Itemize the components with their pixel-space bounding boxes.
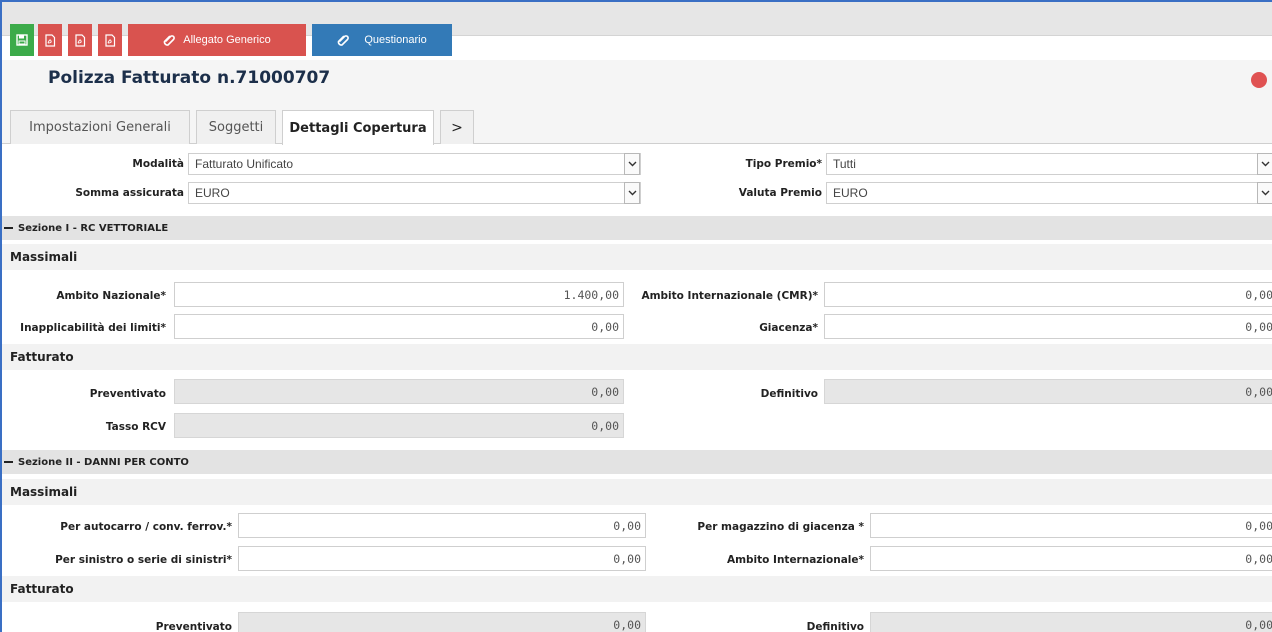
tipo-premio-label: Tipo Premio* <box>745 158 822 170</box>
pdf-icon <box>105 33 116 47</box>
preventivato-label: Preventivato <box>89 388 166 400</box>
autocarro-label: Per autocarro / conv. ferrov.* <box>60 521 232 533</box>
status-indicator <box>1251 72 1267 88</box>
ambito-nazionale-input[interactable]: 1.400,00 <box>174 282 624 307</box>
pdf-button-2[interactable] <box>68 24 92 56</box>
pdf-button-3[interactable] <box>98 24 122 56</box>
pdf-icon <box>75 33 86 47</box>
tab-label: Soggetti <box>208 120 264 135</box>
preventivato-input: 0,00 <box>174 379 624 404</box>
ambito-internazionale-label: Ambito Internazionale* <box>726 554 864 566</box>
pdf-icon <box>45 33 56 47</box>
pdf-button-1[interactable] <box>38 24 62 56</box>
definitivo-input: 0,00 <box>824 379 1272 404</box>
modalita-label: Modalità <box>132 158 184 170</box>
somma-assicurata-label: Somma assicurata <box>75 187 184 199</box>
modalita-select[interactable]: Fatturato Unificato <box>188 153 641 175</box>
inapplicabilita-limiti-input[interactable]: 0,00 <box>174 314 624 339</box>
chevron-down-icon <box>624 182 640 204</box>
section-2-title: Sezione II - DANNI PER CONTO <box>18 456 189 468</box>
paperclip-icon <box>338 34 350 46</box>
chevron-down-icon <box>1257 153 1272 175</box>
tipo-premio-value: Tutti <box>833 157 856 171</box>
valuta-premio-value: EURO <box>833 186 868 200</box>
modalita-value: Fatturato Unificato <box>195 157 294 171</box>
valuta-premio-select[interactable]: EURO <box>826 182 1272 204</box>
chevron-right-icon: > <box>451 119 463 136</box>
collapse-icon <box>4 461 13 463</box>
section-1-fatturato-header: Fatturato <box>2 344 1272 370</box>
ambito-internazionale-cmr-label: Ambito Internazionale (CMR)* <box>641 290 818 302</box>
section-1-massimali-header: Massimali <box>2 244 1272 270</box>
save-button[interactable] <box>10 24 34 56</box>
title-bar: Polizza Fatturato n.71000707 <box>2 60 1272 102</box>
paperclip-icon <box>163 34 176 46</box>
tab-label: Dettagli Copertura <box>289 120 427 136</box>
tasso-rcv-label: Tasso RCV <box>105 421 166 433</box>
tab-dettagli-copertura[interactable]: Dettagli Copertura <box>282 110 434 145</box>
sinistro-label: Per sinistro o serie di sinistri* <box>55 554 232 566</box>
tab-label: Impostazioni Generali <box>29 120 171 135</box>
autocarro-input[interactable]: 0,00 <box>238 513 646 538</box>
tab-impostazioni-generali[interactable]: Impostazioni Generali <box>10 110 190 144</box>
toolbar: Allegato Generico Questionario <box>2 2 1272 56</box>
preventivato-2-label: Preventivato <box>155 621 232 632</box>
sinistro-input[interactable]: 0,00 <box>238 546 646 571</box>
allegato-generico-button[interactable]: Allegato Generico <box>128 24 306 56</box>
allegato-generico-label: Allegato Generico <box>183 34 271 46</box>
questionario-button[interactable]: Questionario <box>312 24 452 56</box>
ambito-internazionale-input[interactable]: 0,00 <box>870 546 1272 571</box>
tab-bar: Impostazioni Generali Soggetti Dettagli … <box>2 102 1272 145</box>
collapse-icon <box>4 227 13 229</box>
section-1-header[interactable]: Sezione I - RC VETTORIALE <box>2 216 1272 240</box>
questionario-label: Questionario <box>364 34 427 46</box>
tab-soggetti[interactable]: Soggetti <box>196 110 276 144</box>
somma-assicurata-value: EURO <box>195 186 230 200</box>
giacenza-input[interactable]: 0,00 <box>824 314 1272 339</box>
section-2-massimali-header: Massimali <box>2 479 1272 505</box>
section-2-header[interactable]: Sezione II - DANNI PER CONTO <box>2 450 1272 474</box>
tasso-rcv-input: 0,00 <box>174 413 624 438</box>
ambito-nazionale-label: Ambito Nazionale* <box>56 290 166 302</box>
definitivo-label: Definitivo <box>760 388 818 400</box>
definitivo-2-label: Definitivo <box>806 621 864 632</box>
somma-assicurata-select[interactable]: EURO <box>188 182 641 204</box>
chevron-down-icon <box>1257 182 1272 204</box>
ambito-internazionale-cmr-input[interactable]: 0,00 <box>824 282 1272 307</box>
chevron-down-icon <box>624 153 640 175</box>
inapplicabilita-limiti-label: Inapplicabilità dei limiti* <box>20 322 166 334</box>
section-1-title: Sezione I - RC VETTORIALE <box>18 222 169 234</box>
definitivo-2-input: 0,00 <box>870 612 1272 632</box>
preventivato-2-input: 0,00 <box>238 612 646 632</box>
tab-next-arrow[interactable]: > <box>440 110 474 144</box>
section-2-fatturato-header: Fatturato <box>2 576 1272 602</box>
page-title: Polizza Fatturato n.71000707 <box>48 68 331 88</box>
app-frame: Allegato Generico Questionario Polizza F… <box>0 0 1272 632</box>
magazzino-giacenza-input[interactable]: 0,00 <box>870 513 1272 538</box>
valuta-premio-label: Valuta Premio <box>738 187 822 199</box>
giacenza-label: Giacenza* <box>759 322 818 334</box>
save-icon <box>16 34 28 46</box>
tipo-premio-select[interactable]: Tutti <box>826 153 1272 175</box>
magazzino-giacenza-label: Per magazzino di giacenza * <box>697 521 864 533</box>
